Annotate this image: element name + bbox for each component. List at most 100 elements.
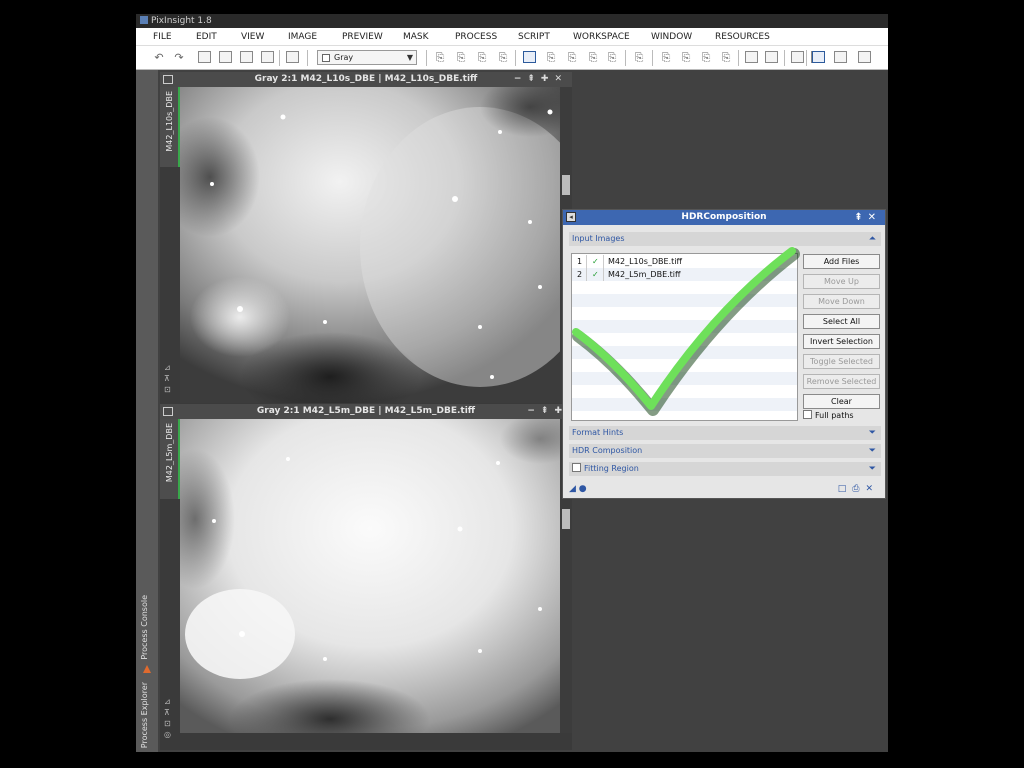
chevron-down-icon: ▼ — [406, 53, 413, 62]
left-dock: Process Console Process Explorer — [136, 70, 158, 752]
track-view-icon[interactable] — [791, 51, 804, 63]
fit-view-icon[interactable]: ⎘ — [632, 51, 646, 64]
fitting-region-checkbox[interactable] — [572, 463, 581, 472]
colorspace-select-value: Gray — [334, 53, 354, 62]
pan-mode-icon[interactable]: ⎘ — [605, 51, 619, 64]
view-side-tools[interactable]: ⊿ ⊼ ⊡ ◎ — [164, 696, 171, 740]
image-window-titlebar[interactable]: Gray 2:1 M42_L10s_DBE | M42_L10s_DBE.tif… — [160, 72, 572, 87]
image-window-title: Gray 2:1 M42_L5m_DBE | M42_L5m_DBE.tiff — [256, 406, 476, 416]
section-title: Fitting Region — [584, 464, 639, 473]
window-icon — [163, 75, 173, 84]
nebula-image — [180, 419, 560, 733]
gray-swatch-icon — [322, 54, 330, 62]
stf-icon[interactable] — [765, 51, 778, 63]
menu-bar: FILE EDIT VIEW IMAGE PREVIEW MASK PROCES… — [136, 28, 888, 46]
select-all-button[interactable]: Select All — [803, 314, 880, 329]
toggle-selected-button[interactable]: Toggle Selected — [803, 354, 880, 369]
view-tab-label: M42_L5m_DBE — [165, 423, 174, 483]
zoom-2-icon[interactable]: ⎘ — [679, 51, 693, 64]
duplicate-image-icon[interactable] — [219, 51, 232, 63]
checkbox-box[interactable] — [803, 410, 812, 419]
dialog-window-controls[interactable]: ⇞✕ — [854, 210, 881, 225]
preview-mode-icon[interactable]: ⎘ — [544, 51, 558, 64]
full-paths-checkbox[interactable]: Full paths — [803, 410, 854, 420]
move-up-button[interactable]: Move Up — [803, 274, 880, 289]
menu-window[interactable]: WINDOW — [651, 28, 692, 46]
display-channel-icon[interactable] — [745, 51, 758, 63]
history-icon[interactable] — [286, 51, 299, 63]
new-instance-icon[interactable]: ◢ ● — [569, 484, 587, 494]
clear-button[interactable]: Clear — [803, 394, 880, 409]
zoom-1-icon[interactable]: ⎘ — [659, 51, 673, 64]
collapse-icon: ⏶ — [868, 234, 876, 244]
image-canvas-l5m[interactable] — [180, 419, 560, 733]
menu-mask[interactable]: MASK — [403, 28, 429, 46]
input-images-list[interactable]: 1 ✓ M42_L10s_DBE.tiff 2 ✓ M42_L5m_DBE.ti… — [571, 253, 798, 421]
app-title: PixInsight 1.8 — [151, 16, 212, 26]
colorspace-select[interactable]: Gray ▼ — [317, 50, 417, 65]
zoom-4-icon[interactable]: ⎘ — [719, 51, 733, 64]
app-titlebar: PixInsight 1.8 — [136, 14, 888, 28]
mask-remove-icon[interactable]: ⎘ — [496, 51, 510, 64]
menu-file[interactable]: FILE — [153, 28, 172, 46]
view-tab-l5m[interactable]: M42_L5m_DBE — [160, 419, 180, 499]
section-title: HDR Composition — [572, 446, 643, 455]
tab-process-console[interactable]: Process Console — [140, 595, 149, 660]
redo-icon[interactable]: ↷ — [172, 51, 186, 64]
section-fitting-region[interactable]: Fitting Region ⏷ — [569, 462, 881, 476]
mask-enable-icon[interactable]: ⎘ — [475, 51, 489, 64]
image-window-l10s[interactable]: Gray 2:1 M42_L10s_DBE | M42_L10s_DBE.tif… — [160, 72, 572, 404]
menu-process[interactable]: PROCESS — [455, 28, 497, 46]
process-icon: ◂ — [566, 212, 576, 222]
section-format-hints[interactable]: Format Hints ⏷ — [569, 426, 881, 440]
window-controls[interactable]: −⇞✚✕ — [514, 72, 568, 87]
view-side-tools[interactable]: ⊿ ⊼ ⊡ — [164, 362, 171, 395]
hdrcomposition-dialog: ◂ HDRComposition ⇞✕ Input Images ⏶ 1 ✓ M… — [562, 209, 886, 499]
menu-preview[interactable]: PREVIEW — [342, 28, 383, 46]
move-down-button[interactable]: Move Down — [803, 294, 880, 309]
process-console-icon — [143, 665, 151, 673]
extract-icon[interactable] — [261, 51, 274, 63]
image-window-titlebar[interactable]: Gray 2:1 M42_L5m_DBE | M42_L5m_DBE.tiff … — [160, 404, 572, 419]
mask-invert-icon[interactable]: ⎘ — [454, 51, 468, 64]
save-project-icon[interactable] — [858, 51, 871, 63]
dialog-titlebar[interactable]: ◂ HDRComposition ⇞✕ — [563, 210, 885, 225]
workspace-monitor-icon[interactable] — [812, 51, 825, 63]
toolbar: ↶ ↷ Gray ▼ ⎘ ⎘ ⎘ ⎘ ⎘ ⎘ ⎘ ⎘ ⎘ ⎘ ⎘ ⎘ ⎘ — [136, 46, 888, 70]
zoom-3-icon[interactable]: ⎘ — [699, 51, 713, 64]
menu-edit[interactable]: EDIT — [196, 28, 217, 46]
menu-script[interactable]: SCRIPT — [518, 28, 550, 46]
expand-icon: ⏷ — [868, 464, 876, 474]
new-image-icon[interactable] — [198, 51, 211, 63]
enabled-check-icon[interactable]: ✓ — [592, 255, 599, 268]
expand-icon: ⏷ — [868, 446, 876, 456]
image-window-l5m[interactable]: Gray 2:1 M42_L5m_DBE | M42_L5m_DBE.tiff … — [160, 404, 572, 750]
readout-mode-icon[interactable] — [523, 51, 536, 63]
menu-resources[interactable]: RESOURCES — [715, 28, 770, 46]
zoom-in-mode-icon[interactable]: ⎘ — [565, 51, 579, 64]
add-files-button[interactable]: Add Files — [803, 254, 880, 269]
remove-selected-button[interactable]: Remove Selected — [803, 374, 880, 389]
image-canvas-l10s[interactable] — [180, 87, 560, 403]
footer-actions[interactable]: □⎙✕ — [838, 484, 879, 494]
close-all-icon[interactable] — [834, 51, 847, 63]
app-logo-icon — [140, 16, 148, 24]
dialog-footer: ◢ ● □⎙✕ — [563, 482, 885, 498]
menu-image[interactable]: IMAGE — [288, 28, 317, 46]
list-item[interactable]: 1 ✓ M42_L10s_DBE.tiff — [572, 255, 797, 268]
undo-icon[interactable]: ↶ — [152, 51, 166, 64]
menu-view[interactable]: VIEW — [241, 28, 264, 46]
mask-show-icon[interactable]: ⎘ — [433, 51, 447, 64]
tab-process-explorer[interactable]: Process Explorer — [140, 682, 149, 748]
menu-workspace[interactable]: WORKSPACE — [573, 28, 630, 46]
list-item[interactable]: 2 ✓ M42_L5m_DBE.tiff — [572, 268, 797, 281]
dialog-title: HDRComposition — [681, 212, 767, 222]
section-hdr-composition[interactable]: HDR Composition ⏷ — [569, 444, 881, 458]
view-tab-l10s[interactable]: M42_L10s_DBE — [160, 87, 180, 167]
enabled-check-icon[interactable]: ✓ — [592, 268, 599, 281]
zoom-out-mode-icon[interactable]: ⎘ — [586, 51, 600, 64]
invert-selection-button[interactable]: Invert Selection — [803, 334, 880, 349]
section-input-images[interactable]: Input Images ⏶ — [569, 232, 881, 246]
screenshot-icon[interactable] — [240, 51, 253, 63]
view-tab-label: M42_L10s_DBE — [165, 91, 174, 152]
